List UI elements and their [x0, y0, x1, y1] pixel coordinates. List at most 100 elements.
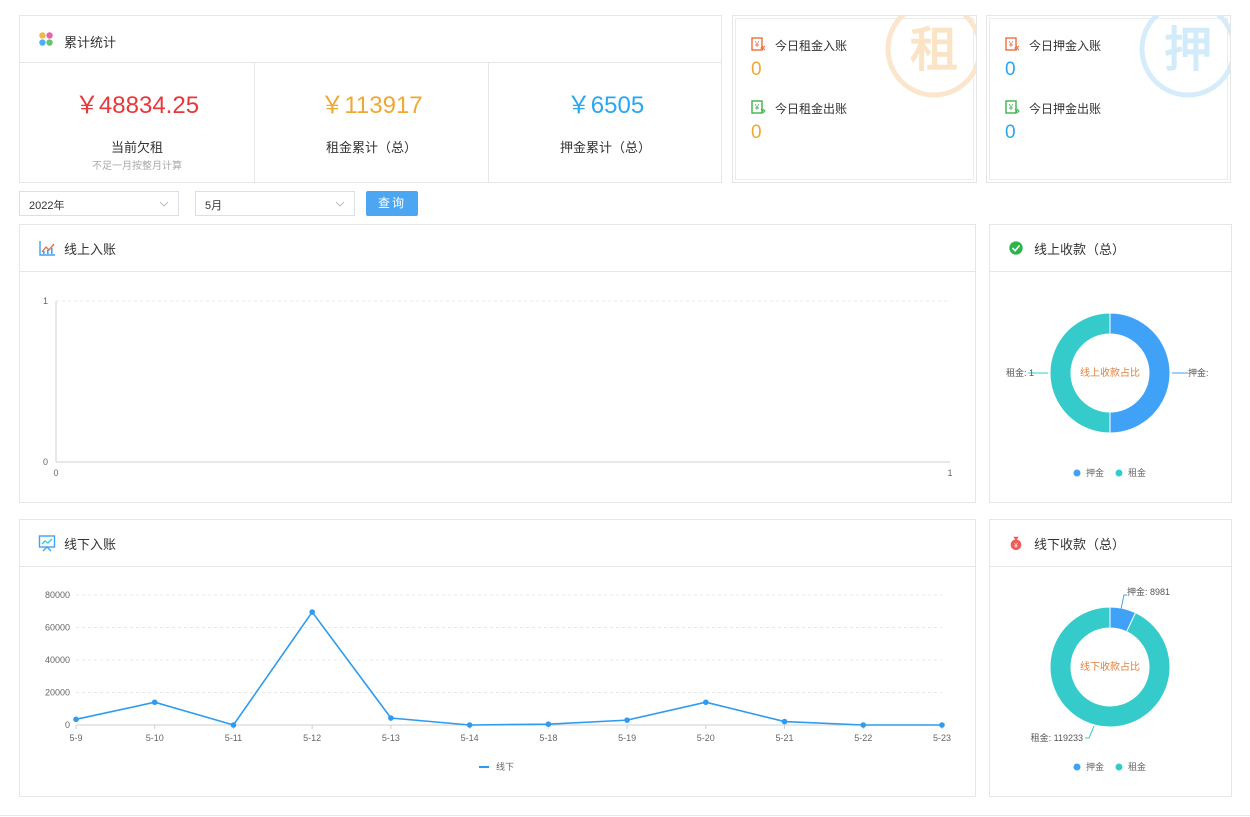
- stat-value: ￥113917: [320, 92, 423, 119]
- legend-label-rent: 租金: [1128, 467, 1146, 478]
- rent-watermark: 租: [885, 16, 976, 98]
- y-tick-label: 20000: [45, 688, 70, 698]
- month-select[interactable]: 5月: [195, 191, 355, 216]
- legend-dot-rent: [1115, 469, 1123, 477]
- data-point: [545, 721, 552, 727]
- deposit-watermark: 押: [1139, 16, 1230, 98]
- stat-label: 押金累计（总）: [559, 140, 651, 155]
- x-tick-label: 5-9: [69, 733, 82, 743]
- rent-out-label: 今日租金出账: [775, 102, 848, 116]
- online-collection-header: 线上收款（总）: [990, 225, 1231, 272]
- month-select-value: 5月: [205, 200, 223, 212]
- receipt-in-icon: ¥: [1005, 37, 1020, 51]
- data-point: [309, 609, 315, 615]
- data-point: [939, 722, 945, 728]
- data-point: [230, 722, 237, 728]
- label-leader: [1085, 725, 1095, 739]
- x-tick-label: 5-12: [303, 733, 321, 743]
- legend-label-deposit: 押金: [1086, 467, 1104, 478]
- summary-title: 累计统计: [64, 35, 117, 50]
- series-line: [75, 610, 942, 726]
- wechat-icon: [1009, 241, 1023, 255]
- receipt-in-icon: ¥: [751, 37, 766, 51]
- data-point: [151, 699, 158, 706]
- x-tick-label: 5-11: [225, 733, 242, 743]
- offline-income-panel: 线下入账 0 20000 40000 60000 80000 5-9 5-10 5-11 5-1…: [19, 519, 976, 797]
- online-collection-panel: 线上收款（总） 线上收款占比 租金: 1 押金: 押金 租金: [989, 224, 1232, 503]
- deposit-in-label: 今日押金入账: [1029, 39, 1102, 53]
- rent-in-label: 今日租金入账: [775, 39, 848, 53]
- data-point: [781, 718, 788, 725]
- offline-collection-title: 线下收款（总）: [1034, 537, 1126, 552]
- deposit-slice-label: 押金: 8981: [1127, 586, 1170, 597]
- x-tick-label: 5-19: [618, 733, 636, 743]
- offline-collection-header: ¥ 线下收款（总）: [990, 520, 1231, 567]
- rent-in-value: 0: [751, 59, 762, 80]
- data-point: [466, 722, 473, 728]
- x-tick-label: 5-23: [933, 733, 951, 743]
- legend-label: 线下: [496, 761, 514, 772]
- x-tick-label: 5-20: [697, 733, 715, 743]
- legend-dot-deposit: [1073, 469, 1081, 477]
- online-collection-title: 线上收款（总）: [1034, 242, 1126, 257]
- rent-slice-label: 租金: 119233: [1031, 732, 1083, 743]
- data-point: [73, 716, 79, 723]
- deposit-out-label: 今日押金出账: [1029, 102, 1102, 116]
- y-tick-label: 0: [65, 720, 70, 730]
- x-tick-label: 5-14: [461, 733, 479, 743]
- legend-label-deposit: 押金: [1086, 761, 1104, 772]
- year-select[interactable]: 2022年: [19, 191, 179, 216]
- money-bag-icon: ¥: [1010, 536, 1022, 551]
- stat-label: 当前欠租: [110, 140, 163, 155]
- deposit-in-value: 0: [1005, 59, 1016, 80]
- chevron-down-icon: [335, 201, 345, 207]
- legend-dot-rent: [1115, 763, 1123, 771]
- query-button[interactable]: 查询: [366, 191, 418, 216]
- receipt-out-icon: ¥: [1005, 100, 1020, 114]
- x-tick-label: 0: [53, 468, 58, 478]
- svg-text:¥: ¥: [754, 40, 760, 49]
- four-dots-icon: [39, 32, 53, 46]
- online-income-panel: 线上入账 1 0 0 1: [19, 224, 976, 503]
- legend-dot-deposit: [1073, 763, 1081, 771]
- x-tick-label: 5-18: [539, 733, 557, 743]
- stat-value: ￥6505: [566, 92, 645, 119]
- label-leader: [1120, 594, 1127, 610]
- x-tick-label: 1: [947, 468, 952, 478]
- deposit-out-value: 0: [1005, 122, 1016, 143]
- offline-donut-chart: 线下收款占比 押金: 8981 租金: 119233 押金 租金: [1031, 586, 1171, 772]
- data-point: [703, 699, 709, 706]
- y-tick-label: 60000: [45, 623, 70, 633]
- donut-center-text: 线下收款占比: [1080, 660, 1140, 673]
- stat-label: 租金累计（总）: [325, 140, 417, 155]
- rent-slice-label: 租金: 1: [1006, 367, 1034, 378]
- y-tick-label: 1: [43, 296, 48, 306]
- rent-today-card: 租 ¥ 今日租金入账 0 ¥ 今日租金出账 0: [732, 15, 977, 183]
- online-line-chart: 1 0 0 1: [43, 296, 953, 478]
- data-point: [624, 717, 630, 723]
- rent-out-value: 0: [751, 122, 762, 143]
- donut-center-text: 线上收款占比: [1080, 366, 1140, 379]
- deposit-slice-label: 押金:: [1188, 367, 1209, 378]
- summary-header: 累计统计: [20, 16, 721, 63]
- offline-line-chart: 0 20000 40000 60000 80000 5-9 5-10 5-11 5-12 5-13…: [45, 590, 951, 772]
- offline-income-header: 线下入账: [20, 520, 975, 567]
- stat-rent-total: ￥113917 租金累计（总）: [255, 63, 488, 183]
- y-tick-label: 0: [43, 457, 48, 467]
- line-chart-icon: [39, 241, 55, 256]
- offline-collection-panel: ¥ 线下收款（总） 线下收款占比 押金: 8981 租金: 119233 押金 …: [989, 519, 1232, 797]
- svg-text:¥: ¥: [1008, 103, 1014, 112]
- online-income-header: 线上入账: [20, 225, 975, 272]
- summary-panel: 累计统计 ￥48834.25 当前欠租 不足一月按整月计算 ￥113917 租金…: [19, 15, 722, 183]
- stat-note: 不足一月按整月计算: [92, 161, 182, 172]
- year-select-value: 2022年: [29, 200, 65, 212]
- svg-text:¥: ¥: [1014, 542, 1018, 549]
- y-tick-label: 40000: [45, 655, 70, 665]
- chevron-down-icon: [159, 201, 169, 207]
- y-tick-label: 80000: [45, 590, 70, 600]
- data-point: [860, 722, 867, 728]
- x-tick-label: 5-22: [854, 733, 872, 743]
- legend-label-rent: 租金: [1128, 761, 1146, 772]
- svg-text:¥: ¥: [1008, 40, 1014, 49]
- data-point: [388, 715, 394, 721]
